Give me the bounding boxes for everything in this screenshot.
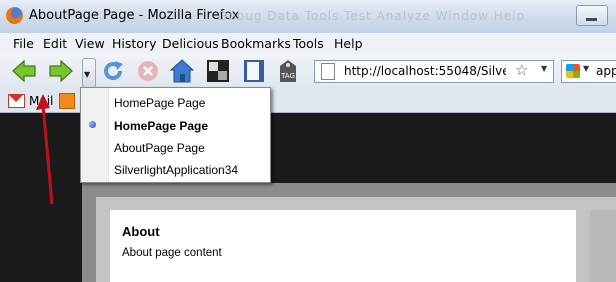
page-card: [110, 210, 576, 282]
history-item[interactable]: SilverlightApplication34: [114, 163, 238, 177]
search-box[interactable]: ▼ app: [561, 60, 616, 83]
chevron-down-icon: ▼: [84, 70, 91, 79]
history-dropdown-menu: HomePage Page HomePage Page AboutPage Pa…: [80, 87, 271, 183]
search-input[interactable]: app: [596, 64, 616, 78]
home-icon[interactable]: [170, 59, 194, 83]
window-title: AboutPage Page - Mozilla Firefox: [29, 8, 240, 23]
menu-view[interactable]: View: [75, 36, 105, 51]
forward-arrow-icon[interactable]: [48, 59, 74, 83]
reload-icon[interactable]: [101, 59, 125, 83]
page-body-text: About page content: [122, 247, 222, 259]
page-icon: [321, 63, 335, 80]
background-window-menu: Debug Data Tools Test Analyze Window Hel…: [218, 9, 526, 23]
chevron-down-icon[interactable]: ▼: [583, 64, 589, 73]
tag-icon[interactable]: TAG: [276, 59, 300, 83]
url-bar[interactable]: http://localhost:55048/Silverligh ☆ ▼: [314, 60, 554, 83]
page-title: About: [122, 224, 160, 239]
rss-icon[interactable]: [59, 93, 75, 109]
firefox-icon: [6, 7, 23, 24]
menu-delicious[interactable]: Delicious: [162, 36, 219, 51]
history-item[interactable]: HomePage Page: [114, 96, 205, 110]
back-arrow-icon[interactable]: [11, 59, 37, 83]
menu-help[interactable]: Help: [334, 36, 363, 51]
bookmark-mail[interactable]: Mail: [29, 94, 53, 108]
url-input[interactable]: http://localhost:55048/Silverligh: [344, 64, 506, 78]
url-dropdown-icon[interactable]: ▼: [541, 64, 547, 73]
history-item[interactable]: AboutPage Page: [114, 141, 205, 155]
history-dropdown-button[interactable]: ▼: [82, 58, 96, 88]
bookmarks-sidebar-icon[interactable]: [206, 59, 230, 83]
history-item-current[interactable]: HomePage Page: [114, 119, 208, 133]
gmail-icon[interactable]: [8, 94, 25, 108]
menu-bar: File Edit View History Delicious Bookmar…: [0, 33, 616, 54]
minimize-button[interactable]: [576, 5, 608, 26]
menu-history[interactable]: History: [112, 36, 156, 51]
menu-tools[interactable]: Tools: [293, 36, 324, 51]
svg-text:TAG: TAG: [280, 72, 295, 80]
star-icon[interactable]: ☆: [515, 61, 528, 79]
menu-bookmarks[interactable]: Bookmarks: [221, 36, 291, 51]
menu-gutter: [81, 88, 109, 182]
title-bar: AboutPage Page - Mozilla Firefox Debug D…: [0, 0, 616, 34]
search-engine-icon[interactable]: [566, 64, 580, 78]
page-card-edge: [590, 210, 616, 282]
menu-edit[interactable]: Edit: [43, 36, 67, 51]
stop-icon[interactable]: [136, 59, 160, 83]
bookmark-icon[interactable]: [242, 59, 266, 83]
current-page-radio-icon: [89, 121, 96, 128]
menu-file[interactable]: File: [13, 36, 34, 51]
